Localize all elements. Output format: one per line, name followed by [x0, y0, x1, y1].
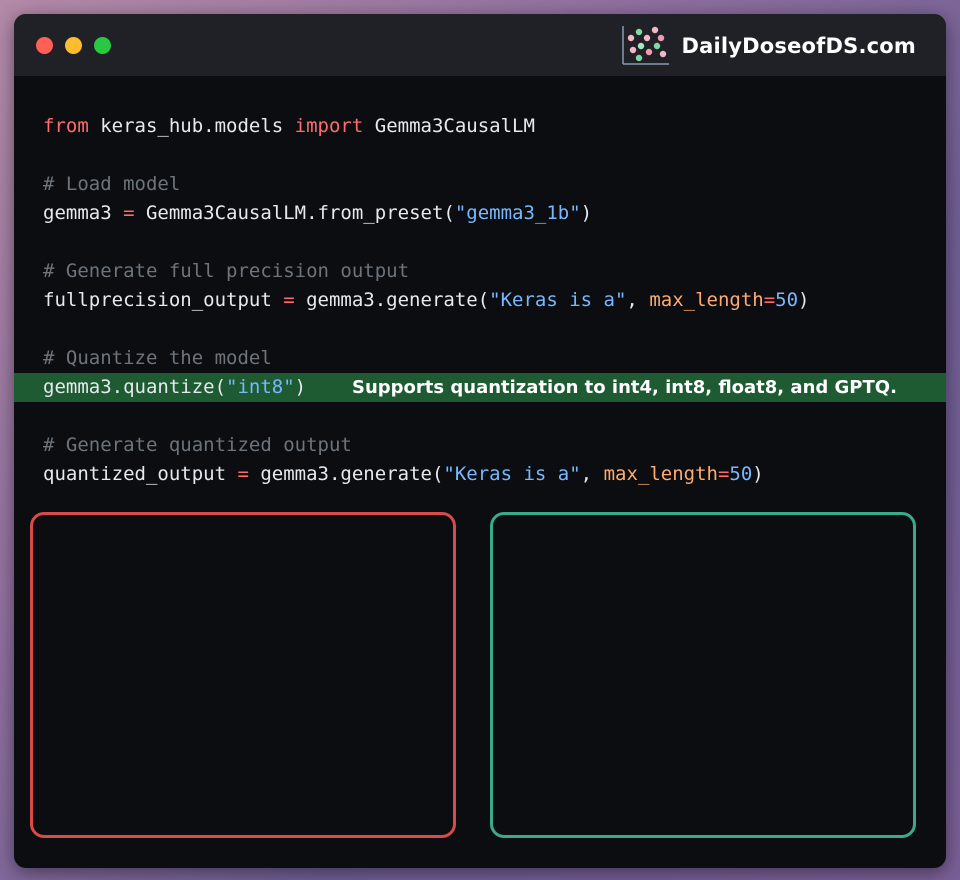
code-comment-quantize: # Quantize the model	[14, 344, 946, 373]
close-window-button[interactable]	[36, 37, 53, 54]
number-literal: 50	[775, 289, 799, 311]
code-comment-load: # Load model	[14, 170, 946, 199]
code-line-quantize-highlighted: gemma3.quantize("int8") Supports quantiza…	[14, 373, 946, 402]
number-literal: 50	[729, 463, 753, 485]
full-precision-output-panel	[30, 512, 456, 838]
comment-text: # Generate quantized output	[43, 434, 352, 456]
code-text: ,	[626, 289, 650, 311]
code-block: from keras_hub.models import Gemma3Causa…	[14, 112, 946, 489]
quantization-note: Supports quantization to int4, int8, flo…	[352, 377, 897, 398]
keyword-import: import	[294, 115, 364, 137]
operator: =	[123, 202, 135, 224]
code-text: fullprecision_output	[43, 289, 284, 311]
operator: =	[283, 289, 295, 311]
code-line-quantized-output: quantized_output = gemma3.generate("Kera…	[14, 460, 946, 489]
operator: =	[237, 463, 249, 485]
code-text: )	[752, 463, 764, 485]
code-text: Gemma3CausalLM.from_preset(	[134, 202, 455, 224]
code-text: gemma3.generate(	[294, 289, 490, 311]
quantized-output-panel	[490, 512, 916, 838]
brand-name[interactable]: DailyDoseofDS.com	[681, 34, 916, 58]
minimize-window-button[interactable]	[65, 37, 82, 54]
code-line-load: gemma3 = Gemma3CausalLM.from_preset("gem…	[14, 199, 946, 228]
string-literal: "int8"	[226, 376, 295, 398]
string-literal: "Keras is a"	[489, 289, 627, 311]
code-text: quantized_output	[43, 463, 238, 485]
comment-text: # Quantize the model	[43, 347, 272, 369]
parameter-name: max_length	[603, 463, 718, 485]
parameter-name: max_length	[649, 289, 764, 311]
brand: DailyDoseofDS.com	[619, 24, 916, 68]
keyword-from: from	[43, 115, 89, 137]
class-name: Gemma3CausalLM	[363, 115, 535, 137]
operator: =	[763, 289, 776, 311]
comment-text: # Load model	[43, 173, 181, 195]
code-text: ,	[580, 463, 604, 485]
string-literal: "gemma3_1b"	[454, 202, 581, 224]
code-comment-generate-quantized: # Generate quantized output	[14, 431, 946, 460]
operator: =	[717, 463, 730, 485]
maximize-window-button[interactable]	[94, 37, 111, 54]
code-text: gemma3.generate(	[248, 463, 444, 485]
code-text: )	[580, 202, 593, 224]
code-line-import: from keras_hub.models import Gemma3Causa…	[14, 112, 946, 141]
code-text: )	[294, 376, 307, 398]
code-text: )	[798, 289, 810, 311]
code-comment-full: # Generate full precision output	[14, 257, 946, 286]
code-line-full-output: fullprecision_output = gemma3.generate("…	[14, 286, 946, 315]
code-text: gemma3	[43, 202, 124, 224]
title-bar: DailyDoseofDS.com	[14, 14, 946, 76]
string-literal: "Keras is a"	[443, 463, 581, 485]
code-text: gemma3.quantize(	[43, 376, 227, 398]
scatter-plot-logo-icon	[622, 26, 670, 65]
module-name: keras_hub.models	[88, 115, 295, 137]
comment-text: # Generate full precision output	[43, 260, 410, 282]
code-window: DailyDoseofDS.com from keras_hub.models …	[14, 14, 946, 868]
